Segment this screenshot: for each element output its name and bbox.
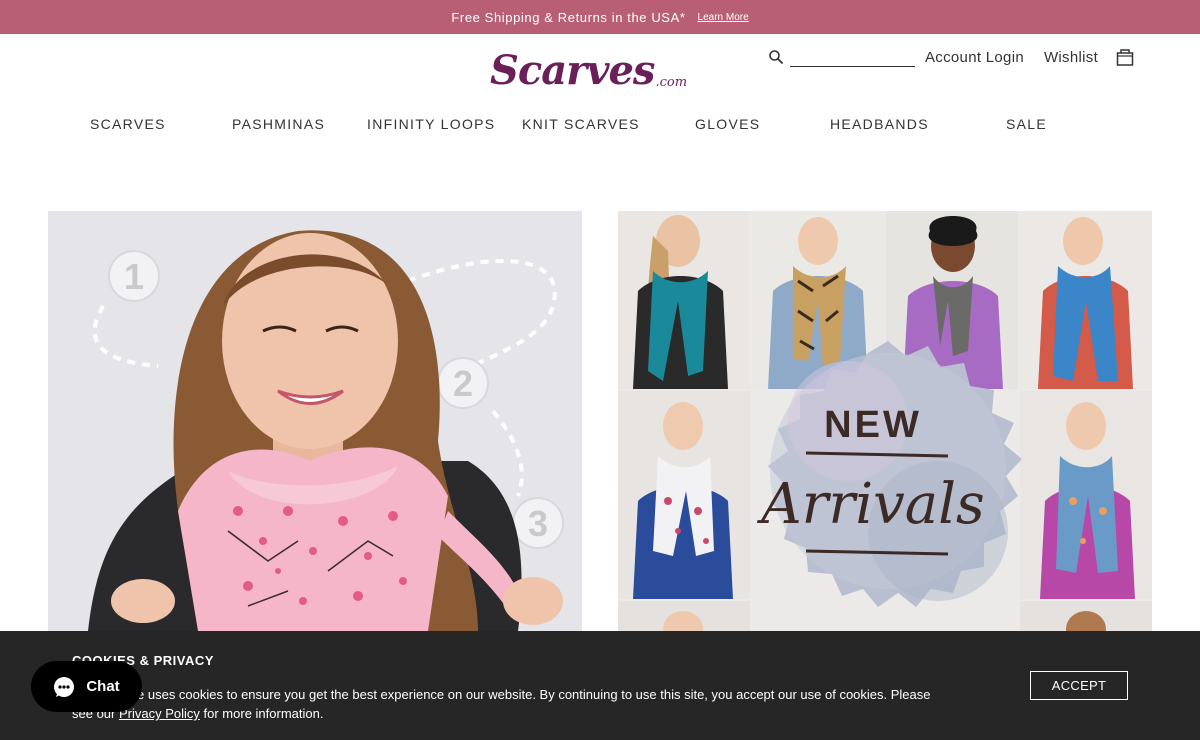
nav-item-pashminas[interactable]: PASHMINAS	[232, 116, 325, 132]
search-icon[interactable]	[768, 49, 784, 65]
main-nav: SCARVES PASHMINAS INFINITY LOOPS KNIT SC…	[0, 116, 1200, 136]
site-header: Scarves .com Account Login Wishlist	[0, 34, 1200, 114]
hero-how-to-tie-banner[interactable]: 1 2 3	[48, 211, 582, 631]
search-input[interactable]	[790, 47, 915, 67]
new-arrivals-badge-main: Arrivals	[756, 472, 985, 537]
cookie-message: This website uses cookies to ensure you …	[72, 685, 932, 723]
wishlist-link[interactable]: Wishlist	[1044, 49, 1098, 66]
nav-item-knit-scarves[interactable]: KNIT SCARVES	[522, 116, 640, 132]
nav-item-sale[interactable]: SALE	[1006, 116, 1047, 132]
header-utility: Account Login Wishlist	[768, 46, 1135, 68]
nav-item-gloves[interactable]: GLOVES	[695, 116, 760, 132]
account-login-link[interactable]: Account Login	[925, 49, 1024, 66]
privacy-policy-link[interactable]: Privacy Policy	[119, 706, 200, 721]
chat-button[interactable]: Chat	[31, 661, 142, 712]
logo-suffix: .com	[655, 75, 688, 90]
nav-item-infinity-loops[interactable]: INFINITY LOOPS	[367, 116, 495, 132]
learn-more-link[interactable]: Learn More	[698, 12, 749, 23]
cookie-text-after: for more information.	[199, 706, 324, 721]
cookie-banner: COOKIES & PRIVACY This website uses cook…	[0, 631, 1200, 740]
promo-text: Free Shipping & Returns in the USA*	[451, 9, 686, 25]
chat-bubble-icon	[53, 676, 75, 698]
hero-woman-scarf-photo: 1 2 3	[48, 211, 582, 631]
accept-cookies-button[interactable]: ACCEPT	[1030, 671, 1128, 700]
chat-label: Chat	[86, 678, 120, 695]
nav-item-headbands[interactable]: HEADBANDS	[830, 116, 929, 132]
site-logo[interactable]: Scarves .com	[490, 48, 687, 94]
logo-wordmark: Scarves	[490, 47, 655, 94]
nav-item-scarves[interactable]: SCARVES	[90, 116, 166, 132]
new-arrivals-badge-top: NEW	[824, 404, 922, 446]
hero-new-arrivals-banner[interactable]: NEW Arrivals	[618, 211, 1152, 631]
new-arrivals-collage: NEW Arrivals	[618, 211, 1152, 631]
promo-bar: Free Shipping & Returns in the USA* Lear…	[0, 0, 1200, 34]
step-1-label: 1	[124, 256, 144, 297]
step-3-label: 3	[528, 503, 548, 544]
step-2-label: 2	[453, 363, 473, 404]
shopping-bag-icon[interactable]	[1115, 47, 1135, 67]
